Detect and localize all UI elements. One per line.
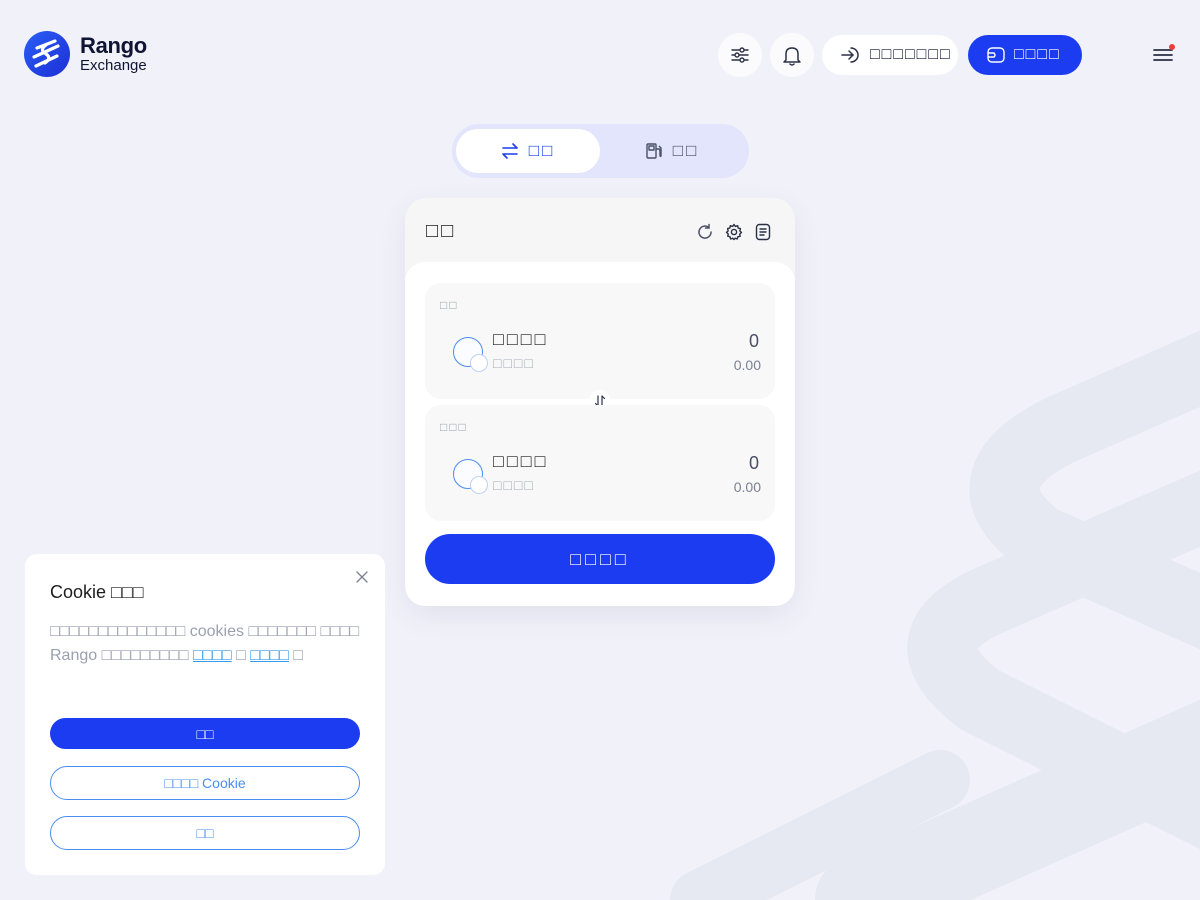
history-button[interactable] [753,222,773,242]
cookie-text-joiner: □ [231,647,251,664]
cookie-reject-button[interactable]: □□ [50,816,360,850]
cookie-text-end: □ [288,647,303,664]
connect-wallet-button[interactable]: □□□□ [425,534,775,584]
wallet-button[interactable]: □□□□ [968,35,1082,75]
to-amount-value: 0 [748,453,759,473]
sliders-icon [731,47,749,63]
from-label: □□ [440,298,459,312]
to-token-box[interactable]: □□□ □□□□ □□□□ 0 0.00 [425,405,775,521]
to-token-name: □□□□ [493,451,549,471]
tab-gas-label: □□ [672,141,700,160]
swap-title: □□ [426,220,457,242]
cookie-accept-button[interactable]: □□ [50,718,360,749]
tab-swap[interactable]: □□ [456,129,600,173]
from-token-box[interactable]: □□ □□□□ □□□□ 0 0.00 [425,283,775,399]
logo-brand-text: Rango [80,33,147,58]
history-icon [755,223,771,241]
terms-link[interactable]: □□□□ [250,647,289,664]
to-label: □□□ [440,420,468,434]
gas-pump-icon [646,143,662,159]
from-token-name: □□□□ [493,329,549,349]
mode-tabs: □□ □□ [452,124,749,178]
settings-button[interactable] [724,222,744,242]
wallet-label: □□□□ [1014,46,1061,63]
notification-dot [1169,44,1175,50]
connect-button[interactable]: □□□□□□□ [822,35,958,75]
refresh-icon [698,223,712,239]
swap-card-body: □□ □□□□ □□□□ 0 0.00 □□□ □□□□ □□□□ 0 0.00… [405,262,795,606]
close-icon[interactable] [355,570,369,584]
cookie-title: Cookie □□□ [50,582,144,602]
swap-card: □□ □□ □□□□ □□□□ 0 0.00 □□□ □□□□ □□□□ 0 0… [405,198,795,606]
cookie-manage-button[interactable]: □□□□ Cookie [50,766,360,800]
from-chain-name: □□□□ [493,355,535,371]
from-amount-input[interactable]: 0 [749,331,759,352]
cookie-text: □□□□□□□□□□□□□□ cookies □□□□□□□ □□□□ Rang… [50,620,365,668]
gear-icon [725,223,743,241]
privacy-policy-link[interactable]: □□□□ [193,647,232,664]
to-chain-badge-icon [470,476,488,494]
from-chain-badge-icon [470,354,488,372]
tab-gas[interactable]: □□ [600,129,744,173]
to-usd-value: 0.00 [733,479,761,495]
logo-sub-text: Exchange [80,57,147,74]
from-usd-value: 0.00 [733,357,761,373]
filters-button[interactable] [718,33,762,77]
wallet-icon [987,47,1005,63]
refresh-button[interactable] [695,222,715,242]
connect-label: □□□□□□□ [870,46,952,63]
to-chain-name: □□□□ [493,477,535,493]
swap-arrows-icon [501,143,518,159]
rango-logo-icon [24,31,70,77]
tab-swap-label: □□ [528,141,556,160]
rango-logo[interactable]: Rango Exchange [24,31,147,77]
menu-button[interactable] [1152,44,1178,66]
cookie-panel: Cookie □□□ □□□□□□□□□□□□□□ cookies □□□□□□… [25,554,385,875]
bell-icon [783,47,801,66]
notifications-button[interactable] [770,33,814,77]
login-arrow-icon [841,47,859,63]
